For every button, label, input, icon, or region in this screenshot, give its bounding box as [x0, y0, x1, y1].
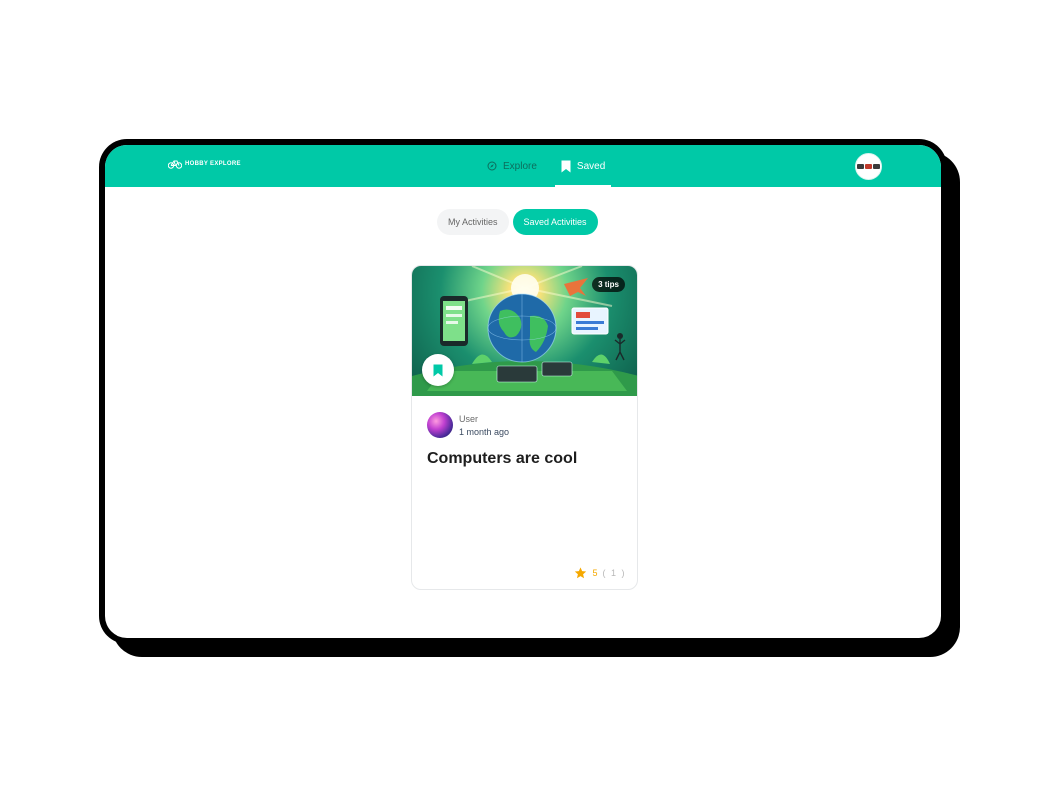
activity-image: 3 tips [412, 266, 637, 396]
card-bookmark-button[interactable] [422, 354, 454, 386]
activity-card[interactable]: 3 tips User 1 month ago Computers are co… [411, 265, 638, 590]
activities-toggle: My Activities Saved Activities [437, 209, 598, 235]
my-activities-button[interactable]: My Activities [437, 209, 509, 235]
top-navbar: HOBBY EXPLORE Explore Saved [105, 145, 941, 187]
nav-tab-saved[interactable]: Saved [549, 145, 617, 187]
author-meta: User 1 month ago [459, 414, 509, 437]
app-screen: HOBBY EXPLORE Explore Saved My Activitie… [105, 145, 941, 638]
saved-activities-button[interactable]: Saved Activities [512, 209, 598, 235]
nav-tab-saved-label: Saved [576, 160, 606, 172]
nav-tab-explore[interactable]: Explore [475, 145, 549, 187]
bicycle-icon [168, 160, 182, 169]
brand-name: HOBBY EXPLORE [185, 161, 241, 167]
card-author[interactable]: User 1 month ago [427, 412, 509, 438]
tips-badge: 3 tips [592, 277, 625, 292]
nav-tabs: Explore Saved [475, 145, 617, 187]
device-frame: HOBBY EXPLORE Explore Saved My Activitie… [99, 139, 947, 644]
bookmark-icon [433, 364, 443, 376]
card-title: Computers are cool [427, 450, 578, 467]
bookmark-icon [561, 160, 571, 172]
profile-avatar-image [857, 164, 880, 169]
post-timestamp: 1 month ago [459, 426, 510, 437]
card-rating: 5 ( 1 ) [574, 567, 626, 579]
rating-count: ( 1 ) [602, 568, 626, 578]
nav-tab-explore-label: Explore [503, 160, 537, 172]
star-icon [575, 567, 587, 579]
author-avatar [427, 412, 453, 438]
rating-value: 5 [592, 568, 598, 578]
profile-avatar-button[interactable] [855, 153, 882, 180]
author-name: User [459, 413, 479, 424]
compass-icon [487, 161, 497, 171]
brand-logo[interactable]: HOBBY EXPLORE [168, 159, 241, 169]
